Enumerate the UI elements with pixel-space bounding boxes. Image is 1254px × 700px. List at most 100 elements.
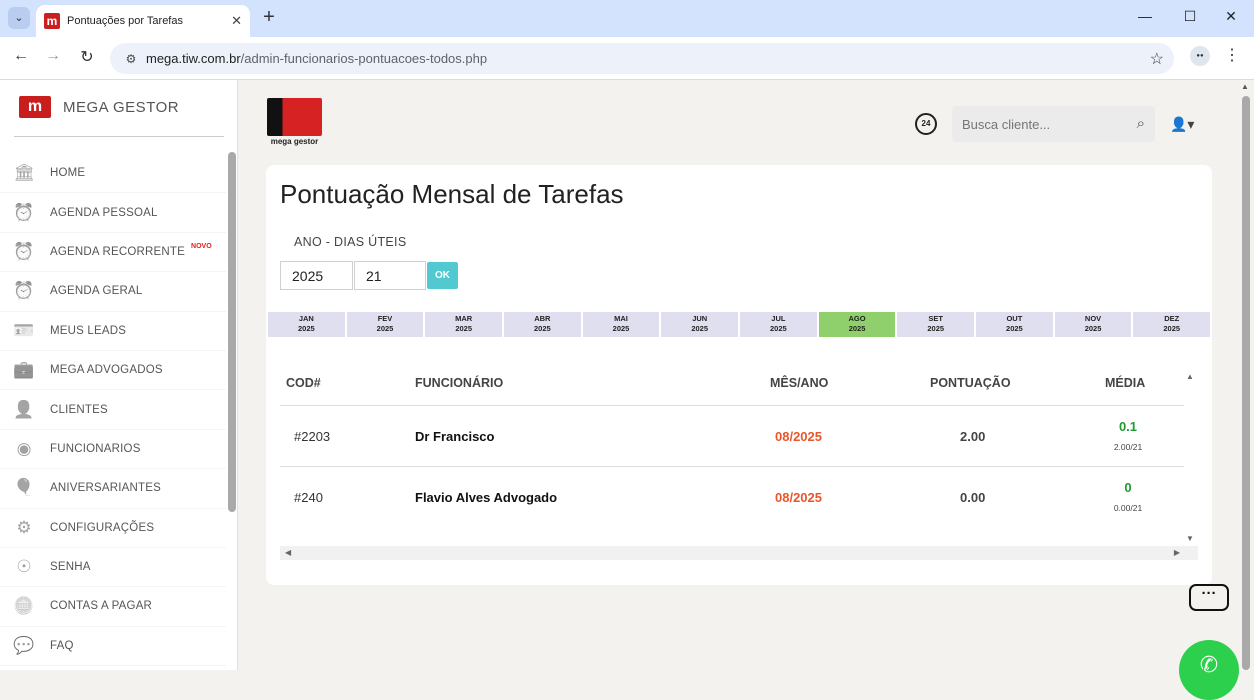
month-button[interactable]: JAN 2025 <box>268 312 345 337</box>
sidebar-item[interactable]: 🏛 HOME <box>0 154 226 194</box>
sidebar-item[interactable]: ⚙ CONFIGURAÇÕES <box>0 508 226 548</box>
main-content: mega gestor 24 ⌕ 👤▾ Pontuação Mensal de … <box>238 80 1254 700</box>
month-button[interactable]: MAR 2025 <box>425 312 503 337</box>
month-button[interactable]: ABR 2025 <box>504 312 581 337</box>
sidebar-item[interactable]: ⏰ AGENDA RECORRENTE NOVO <box>0 232 226 273</box>
url-host: mega.tiw.com.br <box>146 51 241 66</box>
browser-menu-icon[interactable]: ⋮ <box>1224 45 1240 65</box>
browser-tab[interactable]: m Pontuações por Tarefas ✕ <box>36 5 250 37</box>
month-year: 2025 <box>691 324 709 333</box>
user-circle-icon: ◉ <box>16 438 32 458</box>
month-button[interactable]: NOV 2025 <box>1054 312 1132 337</box>
search-icon[interactable]: ⌕ <box>1137 115 1145 132</box>
briefcase-icon: 💼 <box>13 360 35 380</box>
favicon-icon: m <box>44 13 60 29</box>
month-button[interactable]: SET 2025 <box>897 312 975 337</box>
month-year: 2025 <box>927 324 945 333</box>
back-button[interactable]: ← <box>10 47 32 65</box>
month-button[interactable]: DEZ 2025 <box>1133 312 1211 337</box>
new-badge: NOVO <box>191 243 212 251</box>
minimize-button[interactable]: — <box>1130 8 1160 24</box>
whatsapp-button[interactable]: ✆ <box>1179 640 1239 700</box>
month-button[interactable]: OUT 2025 <box>976 312 1053 337</box>
sidebar-item[interactable]: ☉ SENHA <box>0 547 226 588</box>
sidebar-item[interactable]: 👤 CLIENTES <box>0 390 226 430</box>
cell-media: 0.1 <box>1118 419 1138 434</box>
profile-avatar[interactable]: ●● <box>1190 46 1210 66</box>
forward-button[interactable]: → <box>42 47 64 65</box>
month-button[interactable]: JUL 2025 <box>740 312 817 337</box>
month-label: DEZ <box>1164 314 1180 323</box>
sidebar-scrollbar[interactable] <box>228 152 236 512</box>
close-window-button[interactable]: ✕ <box>1216 8 1246 25</box>
month-button[interactable]: FEV 2025 <box>346 312 424 337</box>
scroll-down-arrow-icon[interactable]: ▼ <box>1186 534 1194 543</box>
chat-support-button[interactable]: ··· <box>1189 584 1231 618</box>
cell-media-sub: 0.00/21 <box>1113 503 1143 513</box>
brand-name: MEGA GESTOR <box>63 98 180 116</box>
sidebar-item-label: FUNCIONARIOS <box>50 442 141 455</box>
browser-toolbar: ← → ↻ ⚙ mega.tiw.com.br/admin-funcionari… <box>0 37 1254 80</box>
month-year: 2025 <box>297 324 315 333</box>
ok-button[interactable]: OK <box>427 262 458 289</box>
bank-icon: 🏛 <box>13 163 35 183</box>
bookmark-star-icon[interactable]: ☆ <box>1150 49 1164 69</box>
search-input[interactable] <box>962 116 1122 132</box>
history-clock-icon[interactable]: 24 <box>915 113 937 135</box>
scroll-right-arrow-icon[interactable]: ▶ <box>1174 548 1180 557</box>
cell-media-sub: 2.00/21 <box>1113 442 1143 452</box>
user-icon: 👤 <box>13 399 35 419</box>
tab-title: Pontuações por Tarefas <box>67 15 183 27</box>
logo-mark <box>267 98 322 136</box>
horizontal-scrollbar[interactable]: ◀ ▶ <box>280 546 1198 560</box>
tab-search-button[interactable]: ⌄ <box>8 7 30 29</box>
month-button[interactable]: AGO 2025 <box>818 312 896 337</box>
month-year: 2025 <box>1084 324 1102 333</box>
gear-icon: ⚙ <box>16 517 32 537</box>
month-label: JAN <box>298 314 314 323</box>
sidebar-item-label: HOME <box>50 167 86 180</box>
sidebar-item-label: AGENDA GERAL <box>50 285 143 298</box>
sidebar-item[interactable]: 💬 FAQ <box>0 626 226 667</box>
scroll-left-arrow-icon[interactable]: ◀ <box>285 548 291 557</box>
sidebar-item[interactable]: 🎈 ANIVERSARIANTES <box>0 469 226 509</box>
maximize-button[interactable]: ☐ <box>1175 8 1205 25</box>
reload-button[interactable]: ↻ <box>76 47 98 67</box>
sidebar-item-label: AGENDA RECORRENTE <box>50 245 186 258</box>
close-tab-icon[interactable]: ✕ <box>231 13 242 29</box>
coins-icon: 🪙 <box>13 596 35 616</box>
cell-mes: 08/2025 <box>775 490 822 505</box>
sidebar-item[interactable]: ⏰ AGENDA GERAL <box>0 272 226 312</box>
cell-mes: 08/2025 <box>775 429 822 444</box>
month-label: FEV <box>377 314 393 323</box>
working-days-input[interactable] <box>354 261 426 290</box>
sidebar-item[interactable]: ⏰ AGENDA PESSOAL <box>0 193 226 233</box>
col-header-pontuacao: PONTUAÇÃO <box>930 376 1011 390</box>
page-scrollbar[interactable] <box>1242 96 1250 670</box>
sidebar-item-label: CLIENTES <box>50 403 108 416</box>
sidebar-item[interactable]: 🪪 MEUS LEADS <box>0 311 226 351</box>
month-button[interactable]: JUN 2025 <box>661 312 739 337</box>
sidebar-item[interactable]: ◉ FUNCIONARIOS <box>0 429 226 470</box>
col-header-funcionario: FUNCIONÁRIO <box>415 376 504 390</box>
cell-funcionario: Dr Francisco <box>415 429 495 444</box>
chat-bubble-icon: ··· <box>1189 584 1229 611</box>
new-tab-button[interactable]: + <box>258 6 280 29</box>
sidebar-brand[interactable]: m MEGA GESTOR <box>19 96 179 118</box>
cell-funcionario: Flavio Alves Advogado <box>415 490 558 505</box>
year-input[interactable] <box>280 261 353 290</box>
sidebar-item-label: ANIVERSARIANTES <box>50 482 161 495</box>
address-bar[interactable]: ⚙ mega.tiw.com.br/admin-funcionarios-pon… <box>110 43 1174 74</box>
row-divider <box>280 466 1184 467</box>
sidebar-item[interactable]: 💼 MEGA ADVOGADOS <box>0 350 226 391</box>
sidebar-item[interactable]: 🪙 CONTAS A PAGAR <box>0 587 226 627</box>
url-path: /admin-funcionarios-pontuacoes-todos.php <box>240 51 488 66</box>
user-menu-icon[interactable]: 👤▾ <box>1170 116 1194 133</box>
scroll-up-arrow-icon[interactable]: ▲ <box>1186 372 1194 381</box>
header-divider <box>280 405 1184 406</box>
cell-cod: #2203 <box>294 429 331 444</box>
month-button[interactable]: MAI 2025 <box>582 312 660 337</box>
page-scroll-up-icon[interactable]: ▲ <box>1241 82 1249 91</box>
month-label: AGO <box>848 314 866 323</box>
site-info-icon[interactable]: ⚙ <box>122 50 140 68</box>
